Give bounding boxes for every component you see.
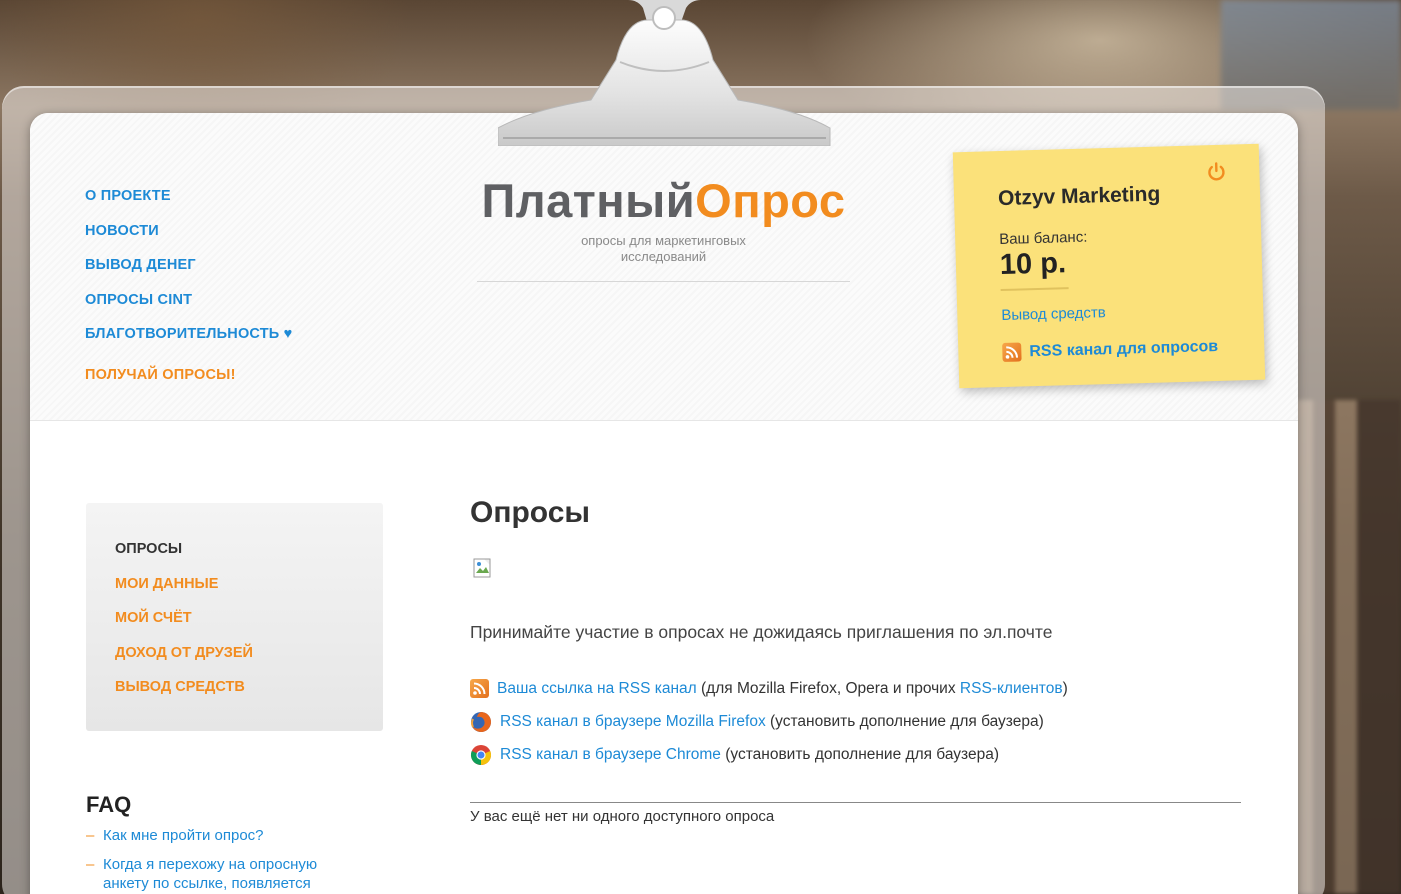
list-item: RSS канал в браузере Mozilla Firefox (ус… <box>470 705 1068 738</box>
faq-item[interactable]: Когда я перехожу на опросную анкету по с… <box>86 855 356 893</box>
account-side-menu: ОПРОСЫ МОИ ДАННЫЕ МОЙ СЧЁТ ДОХОД ОТ ДРУЗ… <box>86 503 383 731</box>
sidebar-item-my-data[interactable]: МОИ ДАННЫЕ <box>115 574 253 609</box>
sidebar-item-my-account[interactable]: МОЙ СЧЁТ <box>115 608 253 643</box>
content-divider <box>470 802 1241 803</box>
sidebar-item-referral-income[interactable]: ДОХОД ОТ ДРУЗЕЙ <box>115 643 253 678</box>
logo-tagline-line-2: исследований <box>620 249 707 264</box>
sidebar-item-withdraw[interactable]: ВЫВОД СРЕДСТВ <box>115 677 253 712</box>
rss-feed-link[interactable]: RSS канал для опросов <box>1002 337 1219 363</box>
clipboard-clip-icon <box>498 0 831 146</box>
rss-feed-label: RSS канал для опросов <box>1029 337 1219 360</box>
nav-item-withdraw[interactable]: ВЫВОД ДЕНЕГ <box>85 255 292 290</box>
page-title: Опросы <box>470 496 591 529</box>
nav-item-cint[interactable]: ОПРОСЫ CINT <box>85 290 292 325</box>
withdraw-funds-link[interactable]: Вывод средств <box>1001 304 1106 324</box>
nav-item-news[interactable]: НОВОСТИ <box>85 221 292 256</box>
logo-tagline: опросы для маркетинговых исследований <box>477 233 850 265</box>
site-logo[interactable]: ПлатныйОпрос опросы для маркетинговых ис… <box>477 172 850 265</box>
rss-links-list: Ваша ссылка на RSS канал (для Mozilla Fi… <box>470 672 1068 771</box>
logo-part-2: Опрос <box>695 174 846 227</box>
logo-tagline-line-1: опросы для маркетинговых <box>581 233 746 248</box>
list-item: RSS канал в браузере Chrome (установить … <box>470 738 1068 771</box>
balance-value: 10 р. <box>999 247 1067 282</box>
broken-image-icon <box>473 558 495 580</box>
chrome-icon <box>470 744 492 766</box>
logo-part-1: Платный <box>481 174 696 227</box>
link-note: (установить дополнение для баузера) <box>765 712 1044 730</box>
account-sticky-note: Otzyv Marketing Ваш баланс: 10 р. Вывод … <box>952 143 1266 389</box>
firefox-icon <box>470 711 492 733</box>
list-item: Ваша ссылка на RSS канал (для Mozilla Fi… <box>470 672 1068 705</box>
rss-icon <box>1002 342 1022 363</box>
top-navigation: О ПРОЕКТЕ НОВОСТИ ВЫВОД ДЕНЕГ ОПРОСЫ CIN… <box>85 186 292 399</box>
sidebar-item-surveys[interactable]: ОПРОСЫ <box>115 539 253 574</box>
balance-label: Ваш баланс: <box>998 228 1088 249</box>
empty-state-message: У вас ещё нет ни одного доступного опрос… <box>470 808 775 825</box>
nav-item-get-surveys[interactable]: ПОЛУЧАЙ ОПРОСЫ! <box>85 365 292 400</box>
link-note-end: ) <box>1062 679 1068 697</box>
rss-personal-link[interactable]: Ваша ссылка на RSS канал <box>497 680 697 697</box>
firefox-rss-link[interactable]: RSS канал в браузере Mozilla Firefox <box>500 713 766 730</box>
intro-text: Принимайте участие в опросах не дожидаяс… <box>470 622 1053 642</box>
rss-clients-link[interactable]: RSS-клиентов <box>960 680 1063 697</box>
rss-icon <box>470 679 489 698</box>
balance-underline <box>1000 287 1069 292</box>
account-username: Otzyv Marketing <box>997 182 1161 211</box>
faq-item[interactable]: Как мне пройти опрос? <box>86 826 356 845</box>
faq-heading: FAQ <box>86 792 132 817</box>
link-note: (установить дополнение для баузера) <box>720 745 999 763</box>
logout-power-icon[interactable] <box>1205 161 1228 184</box>
nav-item-charity[interactable]: БЛАГОТВОРИТЕЛЬНОСТЬ ♥ <box>85 324 292 359</box>
faq-list: Как мне пройти опрос? Когда я перехожу н… <box>86 826 356 894</box>
link-note: (для Mozilla Firefox, Opera и прочих <box>696 679 960 697</box>
logo-divider <box>477 281 850 282</box>
chrome-rss-link[interactable]: RSS канал в браузере Chrome <box>500 746 721 763</box>
nav-item-about[interactable]: О ПРОЕКТЕ <box>85 186 292 221</box>
